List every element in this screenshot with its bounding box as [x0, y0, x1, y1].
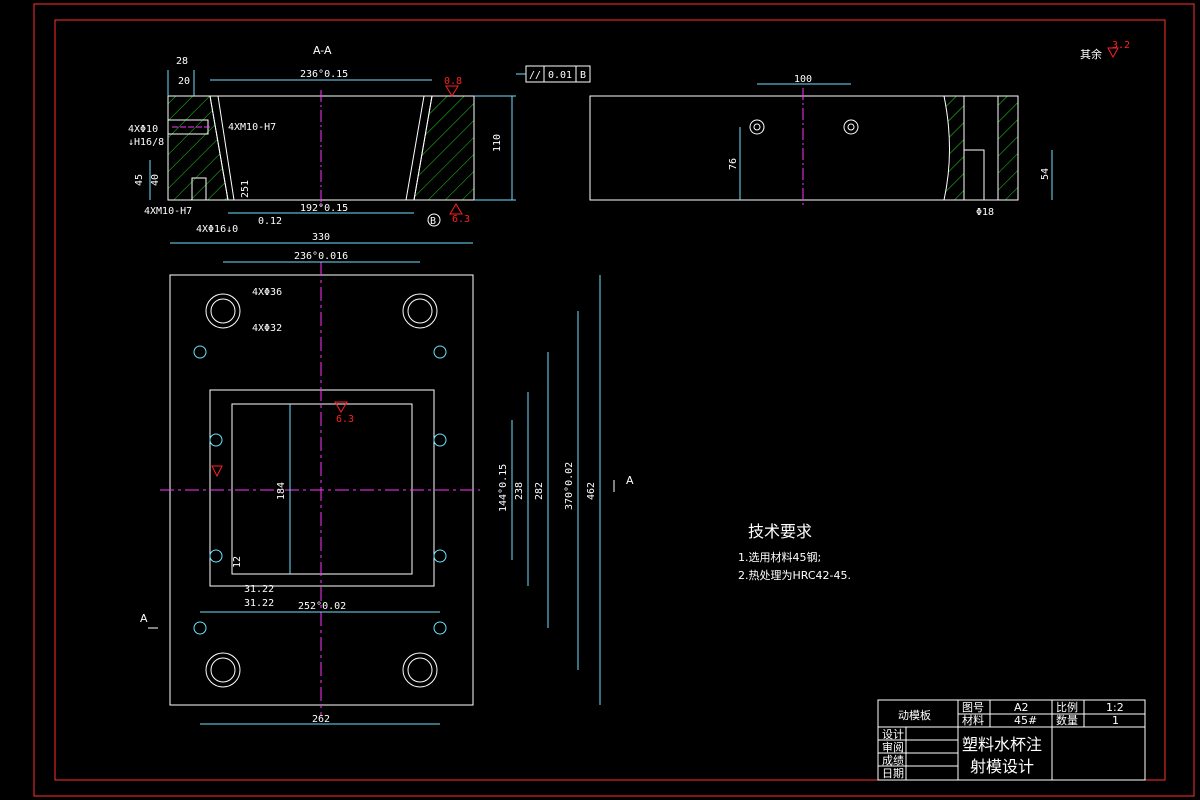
project-title-1: 塑料水杯注: [962, 735, 1042, 754]
dim-32: 4XΦ32: [252, 323, 282, 334]
dim-45: 45: [134, 174, 145, 186]
dim-252: 252°0.02: [298, 601, 346, 612]
dim-462: 462: [586, 482, 597, 500]
tech-title: 技术要求: [748, 522, 812, 541]
section-marker-right: A: [626, 474, 634, 487]
scale-value: 1:2: [1106, 701, 1124, 714]
roughness-rest: 3.2: [1112, 40, 1130, 51]
dim-012: 0.12: [258, 216, 282, 227]
cad-drawing: A-A 28 20 236°0.15 192°0.15 110 45 40 25…: [33, 3, 1195, 797]
note-hole1b: ↓H16/8: [128, 137, 164, 148]
dim-31-22-b: 31.22: [244, 598, 274, 609]
dim-12: 12: [232, 556, 243, 568]
datum-b-circle: B: [430, 216, 436, 227]
dim-18: Φ18: [976, 207, 994, 218]
tech-item-1: 1.选用材料45钢;: [738, 550, 821, 564]
part-name: 动模板: [898, 708, 931, 722]
dim-20: 20: [178, 76, 190, 87]
dim-100: 100: [794, 74, 812, 85]
note-hole2: 4XΦ16↓0: [196, 224, 238, 235]
qty-label: 数量: [1056, 714, 1078, 727]
dim-262: 262: [312, 714, 330, 725]
material-label: 材料: [962, 713, 984, 727]
dim-144: 144°0.15: [498, 464, 509, 512]
dim-282: 282: [534, 482, 545, 500]
section-view: A-A 28 20 236°0.15 192°0.15 110 45 40 25…: [128, 44, 591, 235]
dim-36: 4XΦ36: [252, 287, 282, 298]
drawing-no-label: 图号: [962, 701, 984, 714]
dim-54: 54: [1040, 168, 1051, 180]
scale-label: 比例: [1056, 700, 1078, 714]
rest-surface-note: 其余: [1080, 47, 1102, 61]
note-thread2: 4XM10-H7: [144, 206, 192, 217]
role-design: 设计: [882, 728, 904, 741]
plan-view: 330 236°0.016 4XΦ36 4XΦ32 184 144°0.15 2…: [140, 232, 634, 725]
dim-110: 110: [492, 134, 503, 152]
dim-236-plan: 236°0.016: [294, 251, 348, 262]
dim-184: 184: [276, 482, 287, 500]
dim-330: 330: [312, 232, 330, 243]
section-label: A-A: [313, 44, 332, 57]
note-hole1a: 4XΦ10: [128, 124, 158, 135]
roughness-plate: 6.3: [336, 414, 354, 425]
gdt-datum: B: [580, 70, 586, 81]
dim-76: 76: [728, 158, 739, 170]
dim-28: 28: [176, 56, 188, 67]
tech-requirements: 技术要求 1.选用材料45钢; 2.热处理为HRC42-45.: [738, 522, 851, 582]
dim-192: 192°0.15: [300, 203, 348, 214]
roughness-bottom: 6.3: [452, 214, 470, 225]
project-title-2: 射模设计: [970, 757, 1034, 776]
dim-31-22-a: 31.22: [244, 584, 274, 595]
note-thread1: 4XM10-H7: [228, 122, 276, 133]
dim-238: 238: [514, 482, 525, 500]
dim-236: 236°0.15: [300, 69, 348, 80]
roughness-main: 0.8: [444, 76, 462, 87]
dim-251: 251: [240, 180, 251, 198]
gdt-value: 0.01: [548, 70, 572, 81]
dim-370: 370°0.02: [564, 462, 575, 510]
role-date: 日期: [882, 767, 904, 780]
material-value: 45#: [1014, 714, 1037, 727]
role-review: 审阅: [882, 740, 904, 754]
tech-item-2: 2.热处理为HRC42-45.: [738, 569, 851, 582]
role-grade: 成绩: [882, 754, 904, 767]
qty-value: 1: [1112, 714, 1119, 727]
drawing-no: A2: [1014, 701, 1029, 714]
dim-40: 40: [150, 174, 161, 186]
section-marker-left: A: [140, 612, 148, 625]
side-view: 100 76 54 Φ18 其余 3.2: [589, 40, 1130, 218]
gdt-symbol: //: [529, 70, 541, 81]
